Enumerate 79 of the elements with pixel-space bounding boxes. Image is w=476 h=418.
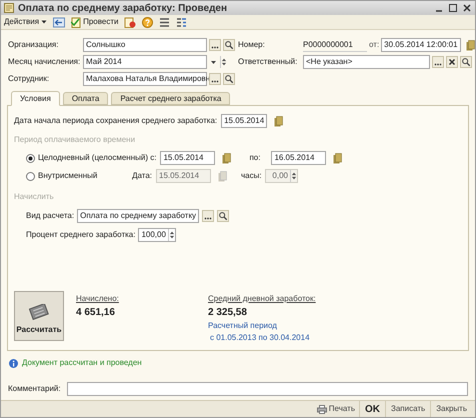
search-icon[interactable] [460, 56, 472, 68]
field-label: Сотрудник: [8, 73, 50, 85]
calculate-button[interactable]: Рассчитать [14, 291, 64, 341]
calendar-icon[interactable] [333, 152, 342, 164]
tab[interactable]: Условия [11, 91, 60, 106]
tab[interactable]: Оплата [62, 92, 108, 105]
radio-option[interactable]: Внутрисменный [26, 170, 122, 182]
ellipsis-icon[interactable] [202, 210, 214, 222]
ellipsis-icon[interactable] [432, 56, 444, 68]
date-field[interactable]: 15.05.2014 [160, 151, 216, 165]
calendar-icon [218, 170, 227, 182]
field-label: Месяц начисления: [8, 56, 81, 68]
clear-icon[interactable] [446, 56, 458, 68]
field-label: Процент среднего заработка: [26, 229, 136, 241]
back-arrow-icon[interactable] [53, 16, 66, 28]
field-label: Ответственный: [238, 56, 298, 68]
document-plus-icon[interactable] [124, 16, 136, 28]
calc-type-field[interactable]: Оплата по среднему заработку [77, 209, 200, 223]
field-label: Начислено: [76, 293, 120, 305]
spin-icon[interactable] [168, 229, 175, 241]
amount-value: 4 651,16 [76, 306, 116, 320]
percent-field[interactable]: 100,00 [138, 228, 176, 242]
responsible-field[interactable]: <Не указан> [303, 55, 430, 69]
info-icon [9, 358, 18, 368]
structure-icon[interactable] [176, 16, 188, 28]
field-label: по: [249, 152, 262, 164]
calculator-icon [29, 304, 49, 320]
calendar-icon[interactable] [222, 152, 232, 164]
field-label: Организация: [8, 39, 60, 51]
group-title: Период оплачиваемого времени [14, 134, 136, 146]
spin-icon[interactable] [220, 56, 227, 68]
footer-button[interactable]: Закрыть [431, 401, 472, 417]
ok-button[interactable]: OK [360, 401, 386, 417]
field-label: часы: [241, 170, 261, 182]
print-button[interactable]: Печать [312, 401, 360, 417]
field-label: Номер: [238, 39, 266, 51]
period-label: Расчетный период [208, 320, 278, 332]
search-icon[interactable] [217, 210, 230, 222]
search-icon[interactable] [223, 39, 235, 51]
close-icon[interactable] [462, 3, 472, 13]
app-icon [4, 3, 14, 13]
search-icon[interactable] [223, 73, 235, 85]
date-field[interactable]: 15.05.2014 [156, 169, 211, 183]
field-label: Вид расчета: [26, 210, 74, 222]
caret-icon [41, 19, 48, 25]
tab[interactable]: Расчет среднего заработка [111, 92, 230, 105]
window-title: Оплата по среднему заработку: Проведен [18, 2, 228, 16]
spin-icon[interactable] [290, 170, 297, 182]
maximize-icon[interactable] [448, 3, 458, 13]
field-label: Дата: [131, 170, 152, 182]
post-button[interactable]: Провести [71, 16, 118, 28]
calendar-icon[interactable] [466, 40, 475, 50]
field-label: Дата начала периода сохранения среднего заработка: [14, 115, 218, 127]
month-field[interactable]: Май 2014 [83, 55, 207, 69]
actions-menu[interactable]: Действия [4, 16, 48, 28]
calendar-icon[interactable] [274, 116, 284, 126]
field-label: Средний дневной заработок: [208, 293, 316, 305]
number-value: Р0000000001 [303, 38, 367, 52]
footer-button[interactable]: Записать [386, 401, 432, 417]
date-field[interactable]: 30.05.2014 12:00:01 [381, 38, 461, 52]
ellipsis-icon[interactable] [209, 39, 221, 51]
comment-field[interactable] [66, 382, 468, 396]
help-icon[interactable] [142, 16, 154, 28]
date-field[interactable]: 15.05.2014 [221, 114, 268, 128]
ellipsis-icon[interactable] [209, 73, 221, 85]
field-label: от: [369, 39, 380, 51]
organization-field[interactable]: Солнышко [83, 38, 207, 52]
document-icon [71, 16, 82, 28]
date-field[interactable]: 16.05.2014 [271, 151, 326, 165]
employee-field[interactable]: Малахова Наталья Владимировн [83, 72, 207, 86]
hours-field[interactable]: 0,00 [265, 169, 298, 183]
list-icon[interactable] [159, 16, 170, 28]
printer-icon [316, 404, 327, 414]
group-title: Начислить [14, 191, 55, 203]
status-message: Документ рассчитан и проведен [22, 357, 142, 369]
amount-value: 2 325,58 [208, 306, 248, 320]
radio-option[interactable]: Целодневный (целосменный) с: [26, 152, 156, 164]
field-label: Комментарий: [8, 383, 61, 395]
period-value: с 01.05.2013 по 30.04.2014 [210, 332, 311, 344]
